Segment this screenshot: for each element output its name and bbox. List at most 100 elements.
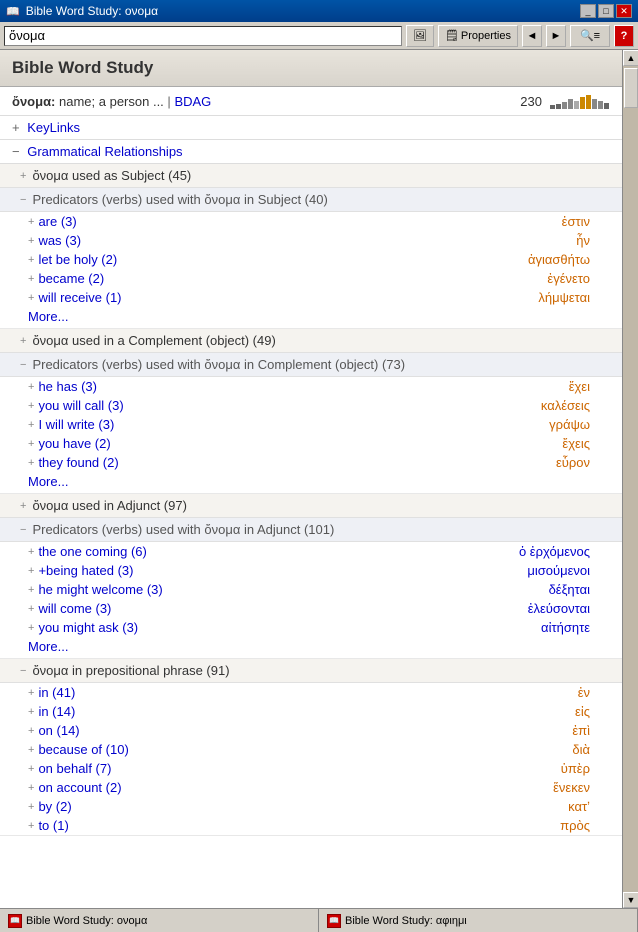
item-link[interactable]: will receive (1) — [38, 290, 121, 305]
more-link-2[interactable]: More... — [0, 472, 622, 493]
nav-forward-button[interactable]: ► — [546, 25, 566, 47]
adjunct-header[interactable]: + ὄνομα used in Adjunct (97) — [0, 494, 622, 518]
list-item: + he has (3) ἔχει — [0, 377, 622, 396]
more-link-1[interactable]: More... — [0, 307, 622, 328]
keylinks-toggle[interactable]: + — [12, 120, 20, 135]
item-toggle[interactable]: + — [28, 725, 34, 737]
item-toggle[interactable]: + — [28, 744, 34, 756]
scrollbar[interactable]: ▲ ▼ — [622, 50, 638, 908]
complement-header[interactable]: + ὄνομα used in a Complement (object) (4… — [0, 329, 622, 353]
item-greek: κατʼ — [568, 799, 610, 814]
predicators3-toggle[interactable]: − — [20, 524, 26, 536]
complement-toggle[interactable]: + — [20, 335, 26, 347]
predicators2-header[interactable]: − Predicators (verbs) used with ὄνομα in… — [0, 353, 622, 377]
item-link[interactable]: on account (2) — [38, 780, 121, 795]
item-link[interactable]: to (1) — [38, 818, 68, 833]
scroll-up-button[interactable]: ▲ — [623, 50, 638, 66]
scrollbar-track[interactable] — [623, 66, 638, 892]
item-toggle[interactable]: + — [28, 419, 34, 431]
item-toggle[interactable]: + — [28, 400, 34, 412]
item-toggle[interactable]: + — [28, 254, 34, 266]
grammatical-toggle[interactable]: − — [12, 144, 20, 159]
keylinks-section[interactable]: + KeyLinks — [0, 116, 622, 140]
item-toggle[interactable]: + — [28, 820, 34, 832]
list-item: + because of (10) διὰ — [0, 740, 622, 759]
scroll-down-button[interactable]: ▼ — [623, 892, 638, 908]
predicators3-header[interactable]: − Predicators (verbs) used with ὄνομα in… — [0, 518, 622, 542]
item-link[interactable]: you will call (3) — [38, 398, 123, 413]
prep-header[interactable]: − ὄνομα in prepositional phrase (91) — [0, 659, 622, 683]
search-button[interactable]: 🔍≡ — [570, 25, 610, 47]
title-bar-text: Bible Word Study: ονομα — [26, 4, 574, 18]
item-link[interactable]: let be holy (2) — [38, 252, 117, 267]
item-toggle[interactable]: + — [28, 687, 34, 699]
greek-word-display: ὄνομα: — [12, 94, 55, 109]
page-title: Bible Word Study — [12, 58, 610, 78]
item-toggle[interactable]: + — [28, 584, 34, 596]
maximize-button[interactable]: □ — [598, 4, 614, 18]
item-toggle[interactable]: + — [28, 763, 34, 775]
adjunct-toggle[interactable]: + — [20, 500, 26, 512]
subject-toggle[interactable]: + — [20, 170, 26, 182]
item-toggle[interactable]: + — [28, 603, 34, 615]
scrollbar-thumb[interactable] — [624, 68, 638, 108]
word-input[interactable] — [4, 26, 402, 46]
item-toggle[interactable]: + — [28, 801, 34, 813]
item-link[interactable]: was (3) — [38, 233, 81, 248]
properties-button[interactable]: 🗒 Properties — [438, 25, 518, 47]
predicators2-toggle[interactable]: − — [20, 359, 26, 371]
content-panel[interactable]: Bible Word Study ὄνομα: name; a person .… — [0, 50, 622, 908]
item-link[interactable]: in (41) — [38, 685, 75, 700]
status-item-1[interactable]: 📖 Bible Word Study: ονομα — [0, 909, 319, 932]
item-link[interactable]: because of (10) — [38, 742, 128, 757]
item-toggle[interactable]: + — [28, 292, 34, 304]
item-toggle[interactable]: + — [28, 235, 34, 247]
item-greek: ὁ ἐρχόμενος — [519, 544, 610, 559]
item-greek: ἐγένετο — [547, 271, 610, 286]
item-greek: μισούμενοι — [527, 563, 610, 578]
item-link[interactable]: you have (2) — [38, 436, 110, 451]
item-toggle[interactable]: + — [28, 273, 34, 285]
subject-header[interactable]: + ὄνομα used as Subject (45) — [0, 164, 622, 188]
close-button[interactable]: ✕ — [616, 4, 632, 18]
predicators1-header[interactable]: − Predicators (verbs) used with ὄνομα in… — [0, 188, 622, 212]
item-toggle[interactable]: + — [28, 438, 34, 450]
item-link[interactable]: in (14) — [38, 704, 75, 719]
item-toggle[interactable]: + — [28, 782, 34, 794]
grammatical-section-header[interactable]: − Grammatical Relationships — [0, 140, 622, 164]
item-link[interactable]: he has (3) — [38, 379, 97, 394]
item-link[interactable]: the one coming (6) — [38, 544, 146, 559]
item-toggle[interactable]: + — [28, 216, 34, 228]
item-toggle[interactable]: + — [28, 381, 34, 393]
item-greek: γράψω — [549, 417, 610, 432]
item-toggle[interactable]: + — [28, 457, 34, 469]
prep-toggle[interactable]: − — [20, 665, 26, 677]
item-link[interactable]: by (2) — [38, 799, 71, 814]
status-item-2[interactable]: 📖 Bible Word Study: αφιημι — [319, 909, 638, 932]
main-container: Bible Word Study ὄνομα: name; a person .… — [0, 50, 638, 908]
item-link[interactable]: I will write (3) — [38, 417, 114, 432]
more-link-3[interactable]: More... — [0, 637, 622, 658]
item-toggle[interactable]: + — [28, 546, 34, 558]
source-link[interactable]: BDAG — [174, 94, 211, 109]
help-button[interactable]: ? — [614, 25, 634, 47]
item-greek: καλέσεις — [541, 398, 610, 413]
item-link[interactable]: on (14) — [38, 723, 79, 738]
item-toggle[interactable]: + — [28, 706, 34, 718]
back-navigation-button[interactable]: 🖼 — [406, 25, 434, 47]
item-link[interactable]: are (3) — [38, 214, 76, 229]
item-greek: ὑπὲρ — [561, 761, 610, 776]
item-link[interactable]: you might ask (3) — [38, 620, 138, 635]
item-link[interactable]: will come (3) — [38, 601, 111, 616]
item-toggle[interactable]: + — [28, 622, 34, 634]
item-link[interactable]: they found (2) — [38, 455, 118, 470]
item-link[interactable]: +being hated (3) — [38, 563, 133, 578]
item-link[interactable]: on behalf (7) — [38, 761, 111, 776]
item-link[interactable]: became (2) — [38, 271, 104, 286]
item-toggle[interactable]: + — [28, 565, 34, 577]
item-link[interactable]: he might welcome (3) — [38, 582, 162, 597]
predicators1-toggle[interactable]: − — [20, 194, 26, 206]
list-item: + you might ask (3) αἰτήσητε — [0, 618, 622, 637]
nav-back-button[interactable]: ◄ — [522, 25, 542, 47]
minimize-button[interactable]: _ — [580, 4, 596, 18]
